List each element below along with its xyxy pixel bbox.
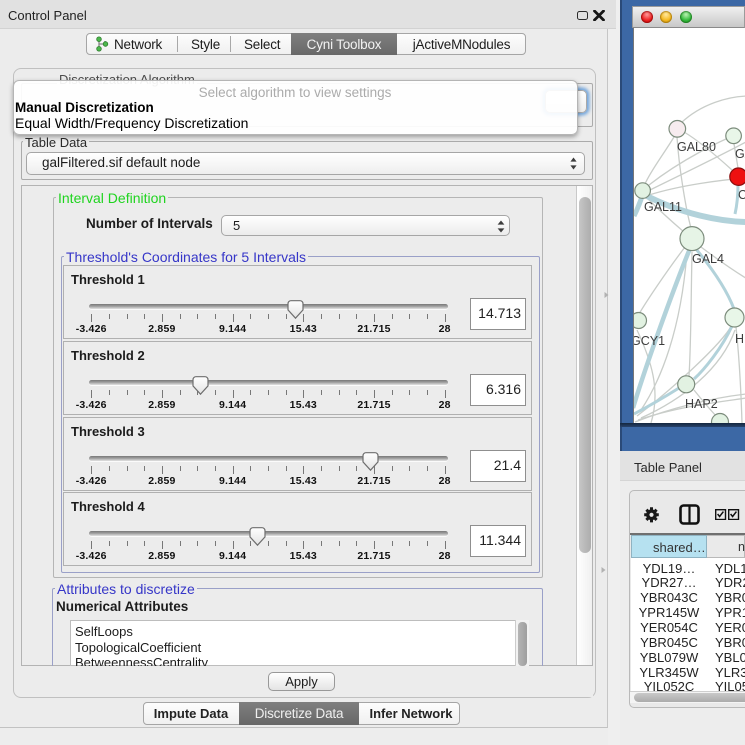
svg-text:GAL80: GAL80: [677, 140, 716, 154]
svg-text:GA: GA: [735, 147, 745, 161]
svg-text:GAL11: GAL11: [644, 200, 682, 214]
svg-text:GAL4: GAL4: [692, 252, 724, 266]
svg-text:C: C: [738, 188, 745, 202]
svg-text:HAP2: HAP2: [685, 397, 718, 411]
svg-text:HI: HI: [735, 332, 745, 346]
svg-text:GCY1: GCY1: [634, 334, 665, 348]
